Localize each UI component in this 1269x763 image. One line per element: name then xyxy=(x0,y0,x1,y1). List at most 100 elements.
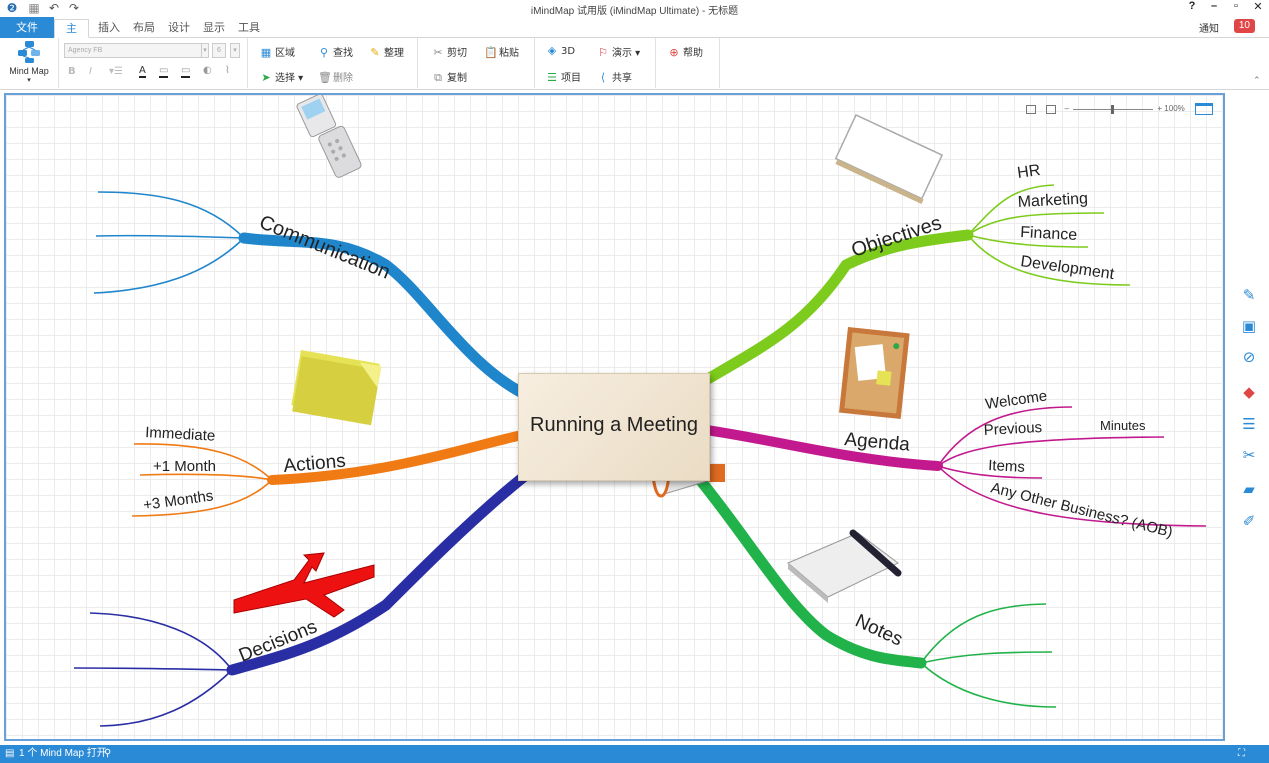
mindmap-group: Mind Map ▾ xyxy=(0,38,59,88)
select-button[interactable]: ➤ 选择 ▾ xyxy=(260,69,303,84)
notepad-image[interactable] xyxy=(787,529,902,603)
paste-button[interactable]: 📋粘贴 xyxy=(484,44,519,59)
view-group: ◈ 3D ⚐ 演示 ▾ ☰ 项目 ⟨ 共享 xyxy=(535,38,656,88)
font-family-select[interactable]: Agency FB xyxy=(64,43,204,58)
central-topic[interactable]: Running a Meeting xyxy=(518,373,710,481)
corkboard-image[interactable] xyxy=(839,327,910,420)
decision-arrow-image[interactable] xyxy=(233,552,375,618)
image-icon[interactable]: ▣ xyxy=(1239,317,1259,337)
branch-label-objectives[interactable]: Objectives xyxy=(849,212,945,262)
branch-label-communication[interactable]: Communication xyxy=(256,211,393,283)
document-icon: ▤ xyxy=(5,748,15,759)
share-button[interactable]: ⟨ 共享 xyxy=(597,69,632,84)
style-icon[interactable]: ⌇ xyxy=(225,65,230,76)
font-size-dropdown-icon[interactable]: ▾ xyxy=(230,43,240,58)
restore-button[interactable]: ▫ xyxy=(1225,0,1247,12)
branch-objectives[interactable] xyxy=(700,229,974,386)
area-button[interactable]: ▦ 区域 xyxy=(260,44,295,59)
agenda-aob[interactable]: Any Other Business? (AOB) xyxy=(989,479,1174,541)
status-text: 1 个 Mind Map 打开 xyxy=(19,748,107,759)
tidy-button[interactable]: ✎ 整理 xyxy=(369,44,404,59)
action-immediate[interactable]: Immediate xyxy=(145,424,216,445)
trash-icon: 🗑 xyxy=(318,71,332,84)
shapes-icon[interactable]: ◆ xyxy=(1239,383,1259,403)
edit-note-icon[interactable]: ✎ xyxy=(1239,286,1259,306)
3d-button[interactable]: ◈ 3D xyxy=(546,44,575,57)
scissors-icon: ✂ xyxy=(433,46,443,59)
help-button[interactable]: ? xyxy=(1181,0,1203,12)
tab-layout[interactable]: 布局 xyxy=(127,19,161,38)
font-family-dropdown-icon[interactable]: ▾ xyxy=(201,43,209,58)
agenda-previous[interactable]: Previous xyxy=(983,419,1042,439)
minimize-button[interactable]: – xyxy=(1203,0,1225,12)
chevron-down-icon[interactable]: ▾ xyxy=(6,76,52,84)
tag-icon[interactable]: ▰ xyxy=(1239,480,1259,500)
close-button[interactable]: ✕ xyxy=(1247,0,1269,13)
fill-icon[interactable]: ◐ xyxy=(203,65,212,76)
cut-button[interactable]: ✂ 剪切 xyxy=(432,44,467,59)
tab-view[interactable]: 显示 xyxy=(197,19,231,38)
clipboard-icon: 📋 xyxy=(484,46,498,59)
border-icon[interactable]: ▭ xyxy=(181,65,191,78)
lifebuoy-icon: ⊕ xyxy=(669,46,679,59)
mindmap-canvas[interactable]: – + 100% Communication Objectives Action… xyxy=(4,93,1225,741)
cube-icon: ◈ xyxy=(547,44,557,57)
agenda-items[interactable]: Items xyxy=(988,457,1026,476)
attachment-icon[interactable]: ⊘ xyxy=(1239,348,1259,368)
tab-tools[interactable]: 工具 xyxy=(232,19,266,38)
title-bar: ❷ ▦ ↶ ↷ iMindMap 试用版 (iMindMap Ultimate)… xyxy=(0,0,1269,17)
copy-button[interactable]: ⧉ 复制 xyxy=(432,69,467,85)
clipboard-image[interactable] xyxy=(834,114,944,205)
action-1-month[interactable]: +1 Month xyxy=(153,458,216,475)
fullscreen-icon[interactable]: ⛶ xyxy=(1238,745,1245,763)
search-icon: ⚲ xyxy=(319,46,329,59)
objective-marketing[interactable]: Marketing xyxy=(1017,190,1088,211)
outline-icon[interactable]: ☰ xyxy=(1239,415,1259,435)
objective-finance[interactable]: Finance xyxy=(1020,224,1078,244)
notifications-label[interactable]: 通知 xyxy=(1199,20,1219,35)
present-icon: ⚐ xyxy=(598,46,608,59)
tab-design[interactable]: 设计 xyxy=(162,19,196,38)
branch-label-notes[interactable]: Notes xyxy=(852,610,906,650)
bold-icon[interactable]: B xyxy=(68,66,76,77)
scissors-brace-icon[interactable]: ✂ xyxy=(1239,446,1259,466)
edit-group: ▦ 区域 ⚲ 查找 ✎ 整理 ➤ 选择 ▾ 🗑删除 xyxy=(248,38,418,88)
status-bar: ▤ 1 个 Mind Map 打开 ⚲ ⛶ xyxy=(0,745,1269,763)
italic-icon[interactable]: I xyxy=(89,66,92,77)
right-sidebar: ✎ ▣ ⊘ ◆ ☰ ✂ ▰ ✐ xyxy=(1228,90,1269,745)
sticky-note-image[interactable] xyxy=(290,350,382,426)
notes-subbranches[interactable] xyxy=(920,603,1057,708)
communication-subbranches[interactable] xyxy=(93,191,245,294)
text-color-icon[interactable]: A xyxy=(139,65,146,78)
find-button[interactable]: ⚲ 查找 xyxy=(318,44,353,59)
font-size-select[interactable]: 6 xyxy=(212,43,226,58)
copy-icon: ⧉ xyxy=(434,71,442,84)
ribbon-help-button[interactable]: ⊕ 帮助 xyxy=(668,44,703,59)
clipboard-group: ✂ 剪切 📋粘贴 ⧉ 复制 xyxy=(418,38,535,88)
present-button[interactable]: ⚐ 演示 ▾ xyxy=(597,44,640,59)
window-title: iMindMap 试用版 (iMindMap Ultimate) - 无标题 xyxy=(530,6,739,17)
pin-icon[interactable]: ⚲ xyxy=(104,745,111,763)
tab-file[interactable]: 文件 xyxy=(0,17,54,38)
paintbrush-icon[interactable]: ✐ xyxy=(1239,512,1259,532)
delete-button[interactable]: 🗑删除 xyxy=(318,69,353,84)
project-button[interactable]: ☰ 项目 xyxy=(546,69,581,84)
agenda-minutes[interactable]: Minutes xyxy=(1100,418,1146,433)
ribbon: Mind Map ▾ Agency FB ▾ 6 ▾ B I ▾☰ A ▭ ▭ … xyxy=(0,38,1269,90)
collapse-ribbon-icon[interactable]: ⌃ xyxy=(1253,76,1261,86)
mindmap-button[interactable]: Mind Map ▾ xyxy=(6,40,52,84)
tab-insert[interactable]: 插入 xyxy=(92,19,126,38)
notifications-badge[interactable]: 10 xyxy=(1233,19,1255,33)
decisions-subbranches[interactable] xyxy=(73,612,233,727)
font-group: Agency FB ▾ 6 ▾ B I ▾☰ A ▭ ▭ ◐ ⌇ xyxy=(59,38,248,88)
area-icon: ▦ xyxy=(260,46,272,59)
mindmap-icon xyxy=(18,41,40,63)
brush-icon: ✎ xyxy=(370,46,380,59)
tab-home[interactable]: 主页 xyxy=(54,19,89,53)
phone-image[interactable] xyxy=(296,95,362,181)
objective-development[interactable]: Development xyxy=(1019,253,1115,283)
objective-hr[interactable]: HR xyxy=(1016,162,1041,182)
share-icon: ⟨ xyxy=(600,71,606,84)
highlight-icon[interactable]: ▭ xyxy=(159,65,169,78)
align-icon[interactable]: ▾☰ xyxy=(109,66,123,77)
